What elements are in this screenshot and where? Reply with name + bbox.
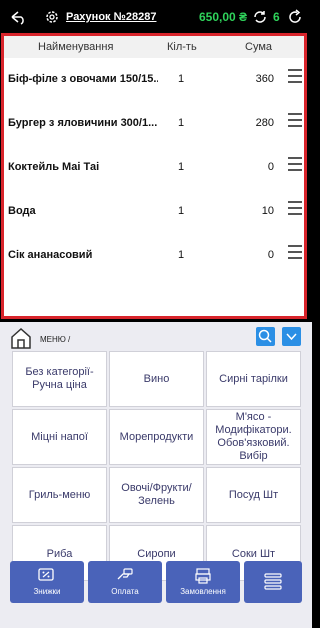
payment-button[interactable]: Оплата <box>88 561 162 603</box>
order-row[interactable]: Вода 1 10 <box>4 190 304 234</box>
item-name: Біф-філе з овочами 150/15... <box>8 73 158 85</box>
payment-icon <box>117 568 133 580</box>
more-button[interactable] <box>244 561 302 603</box>
guests-count: 6 <box>273 10 280 24</box>
item-qty: 1 <box>177 205 185 217</box>
column-sum: Сума <box>245 41 273 53</box>
order-table-header: Найменування Кіл-ть Сума <box>4 36 304 58</box>
search-icon <box>258 329 272 343</box>
row-menu-icon[interactable] <box>288 113 302 131</box>
gear-icon[interactable] <box>44 9 60 25</box>
item-qty: 1 <box>177 117 185 129</box>
item-qty: 1 <box>177 161 185 173</box>
category-button[interactable]: М'ясо - Модифікатори. Обов'язковий. Вибі… <box>206 409 301 465</box>
item-name: Сік ананасовий <box>8 249 93 261</box>
category-button[interactable]: Без категорії-Ручна ціна <box>12 351 107 407</box>
row-menu-icon[interactable] <box>288 245 302 263</box>
column-name: Найменування <box>38 41 114 53</box>
column-qty: Кіл-ть <box>167 41 197 53</box>
item-sum: 10 <box>261 205 274 217</box>
item-sum: 280 <box>255 117 274 129</box>
check-total: 650,00 ₴ <box>199 10 248 24</box>
order-row[interactable]: Коктейль Маі Таі 1 0 <box>4 146 304 190</box>
discounts-label: Знижки <box>33 587 61 596</box>
chevron-down-icon <box>286 333 297 341</box>
item-sum: 360 <box>255 73 274 85</box>
order-row[interactable]: Бургер з яловичини 300/1... 1 280 <box>4 102 304 146</box>
category-button[interactable]: Овочі/Фрукти/Зелень <box>109 467 204 523</box>
item-sum: 0 <box>267 161 274 173</box>
search-button[interactable] <box>256 327 275 346</box>
printer-icon <box>195 568 211 584</box>
discount-icon <box>38 568 54 581</box>
order-row[interactable]: Біф-філе з овочами 150/15... 1 360 <box>4 58 304 102</box>
item-name: Бургер з яловичини 300/1... <box>8 117 158 129</box>
order-panel: Найменування Кіл-ть Сума Біф-філе з овоч… <box>1 33 307 319</box>
order-row[interactable]: Сік ананасовий 1 0 <box>4 234 304 278</box>
breadcrumb-separator: / <box>68 335 71 344</box>
row-menu-icon[interactable] <box>288 69 302 87</box>
row-menu-icon[interactable] <box>288 157 302 175</box>
item-name: Коктейль Маі Таі <box>8 161 100 173</box>
item-name: Вода <box>8 205 36 217</box>
row-menu-icon[interactable] <box>288 201 302 219</box>
collapse-button[interactable] <box>282 327 301 346</box>
orders-button[interactable]: Замовлення <box>166 561 240 603</box>
home-icon[interactable] <box>10 327 32 349</box>
breadcrumb-menu[interactable]: МЕНЮ <box>40 335 66 344</box>
discounts-button[interactable]: Знижки <box>10 561 84 603</box>
check-title[interactable]: Рахунок №28287 <box>66 11 156 23</box>
category-button[interactable]: Міцні напої <box>12 409 107 465</box>
payment-label: Оплата <box>111 587 139 596</box>
category-button[interactable]: Сирні тарілки <box>206 351 301 407</box>
category-button[interactable]: Гриль-меню <box>12 467 107 523</box>
orders-label: Замовлення <box>180 587 226 596</box>
category-button[interactable]: Посуд Шт <box>206 467 301 523</box>
top-bar: Рахунок №28287 650,00 ₴ 6 <box>0 0 312 34</box>
reload-icon[interactable] <box>287 9 303 25</box>
item-sum: 0 <box>267 249 274 261</box>
sync-icon[interactable] <box>252 9 268 25</box>
item-qty: 1 <box>177 249 185 261</box>
category-button[interactable]: Морепродукти <box>109 409 204 465</box>
item-qty: 1 <box>177 73 185 85</box>
system-bar <box>0 608 312 628</box>
back-icon[interactable] <box>8 9 28 25</box>
menu-icon <box>264 573 282 590</box>
category-button[interactable]: Вино <box>109 351 204 407</box>
